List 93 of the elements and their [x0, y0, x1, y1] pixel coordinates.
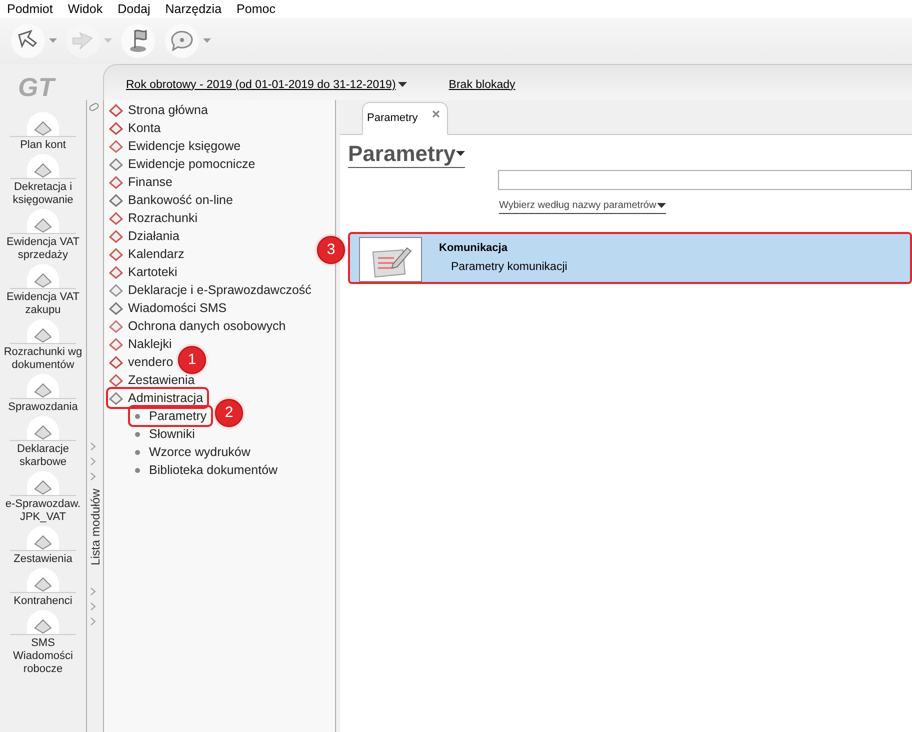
module-icon	[109, 139, 123, 153]
module-icon	[27, 112, 59, 136]
help-icon	[164, 23, 200, 59]
tree-item[interactable]: Rozrachunki	[108, 209, 202, 227]
tree-item[interactable]: Zestawienia	[108, 371, 199, 389]
tree-item[interactable]: Wiadomości SMS	[108, 299, 231, 317]
tree-item[interactable]: Wzorce wydruków	[130, 443, 254, 461]
tree-item[interactable]: Ewidencje księgowe	[108, 137, 245, 155]
menu-item[interactable]: Dodaj	[118, 0, 150, 18]
parameter-item[interactable]: Komunikacja Parametry komunikacji	[348, 232, 912, 284]
bullet-icon	[135, 414, 140, 418]
module-icon	[27, 209, 59, 233]
help-button[interactable]	[164, 23, 211, 59]
module-icon	[109, 175, 123, 189]
tree-item[interactable]: Strona główna	[108, 101, 212, 119]
module-icon	[109, 355, 123, 369]
module-icon	[109, 391, 123, 405]
module-icon	[109, 229, 123, 243]
module-button[interactable]: Deklaracje skarbowe	[3, 416, 83, 469]
tree-item[interactable]: vendero	[108, 353, 178, 371]
bullet-icon	[135, 468, 140, 472]
page-heading[interactable]: Parametry	[348, 141, 465, 168]
module-button[interactable]: Plan kont	[3, 112, 83, 152]
back-button[interactable]	[10, 23, 57, 59]
tree-item[interactable]: Działania	[108, 227, 184, 245]
module-icon	[27, 610, 59, 634]
module-icon	[109, 283, 123, 297]
module-icon	[27, 374, 59, 398]
caret-icon	[104, 38, 112, 44]
menu-item[interactable]: Pomoc	[236, 0, 276, 18]
search-field[interactable]	[498, 170, 912, 190]
module-icon	[109, 211, 123, 225]
module-icon	[109, 103, 123, 117]
menu-item[interactable]: Narzędzia	[165, 0, 222, 18]
module-icon	[109, 319, 123, 333]
module-list-label[interactable]: Lista modułów	[86, 484, 104, 570]
module-button[interactable]: Kontrahenci	[3, 568, 83, 608]
module-button[interactable]: SMS Wiadomości robocze	[3, 610, 83, 676]
module-icon	[109, 301, 123, 315]
app-logo: GT	[18, 74, 54, 100]
module-button[interactable]: Dekretacja i księgowanie	[3, 154, 83, 207]
tree-item[interactable]: Ochrona danych osobowych	[108, 317, 290, 335]
edit-document-icon	[359, 237, 422, 282]
module-button[interactable]: Zestawienia	[3, 526, 83, 566]
module-button[interactable]: Rozrachunki wg dokumentów	[3, 319, 83, 372]
tree-item[interactable]: Konta	[108, 119, 165, 137]
lock-status-link[interactable]: Brak blokady	[448, 76, 516, 94]
module-icon	[109, 193, 123, 207]
flag-button[interactable]	[120, 23, 156, 59]
flag-icon	[120, 23, 156, 59]
tree-item[interactable]: Kalendarz	[108, 245, 188, 263]
item-description: Parametry komunikacji	[451, 260, 568, 274]
caret-icon	[203, 38, 211, 44]
module-icon	[109, 247, 123, 261]
module-icon	[109, 337, 123, 351]
module-icon	[109, 157, 123, 171]
tree-item[interactable]: Kartoteki	[108, 263, 182, 281]
tree-item[interactable]: Parametry	[130, 407, 211, 425]
module-button[interactable]: Ewidencja VAT sprzedaży	[3, 209, 83, 262]
module-icon	[27, 154, 59, 178]
caret-icon	[398, 82, 407, 88]
tree-item[interactable]: Administracja	[108, 389, 208, 407]
menu-item[interactable]: Widok	[68, 0, 103, 18]
bullet-icon	[135, 450, 140, 454]
close-icon[interactable]	[432, 110, 440, 118]
module-icon	[109, 265, 123, 279]
menu-item[interactable]: Podmiot	[7, 0, 53, 18]
tree-item[interactable]: Deklaracje i e-Sprawozdawczość	[108, 281, 316, 299]
module-button[interactable]: e-Sprawozdaw. JPK_VAT	[3, 471, 83, 524]
module-icon	[27, 264, 59, 288]
caret-icon	[657, 202, 666, 208]
module-icon	[27, 568, 59, 592]
filter-dropdown[interactable]: Wybierz według nazwy parametrów	[499, 198, 666, 214]
tree-item[interactable]: Ewidencje pomocnicze	[108, 155, 260, 173]
bullet-icon	[135, 432, 140, 436]
module-button[interactable]: Sprawozdania	[3, 374, 83, 414]
tree-item[interactable]: Bankowość on-line	[108, 191, 237, 209]
item-title: Komunikacja	[439, 241, 508, 256]
tree-item[interactable]: Finanse	[108, 173, 176, 191]
module-icon	[27, 471, 59, 495]
module-icon	[27, 526, 59, 550]
module-icon	[27, 319, 59, 343]
caret-icon	[456, 151, 465, 157]
tab[interactable]: Parametry	[362, 102, 448, 135]
module-icon	[109, 373, 123, 387]
tree-item[interactable]: Biblioteka dokumentów	[130, 461, 282, 479]
caret-icon	[49, 38, 57, 44]
fiscal-year-selector[interactable]: Rok obrotowy - 2019 (od 01-01-2019 do 31-12-2019)	[126, 76, 407, 94]
tree-item[interactable]: Naklejki	[108, 335, 176, 353]
module-button[interactable]: Ewidencja VAT zakupu	[3, 264, 83, 317]
module-icon	[27, 416, 59, 440]
module-icon	[109, 121, 123, 135]
tree-item[interactable]: Słowniki	[130, 425, 199, 443]
